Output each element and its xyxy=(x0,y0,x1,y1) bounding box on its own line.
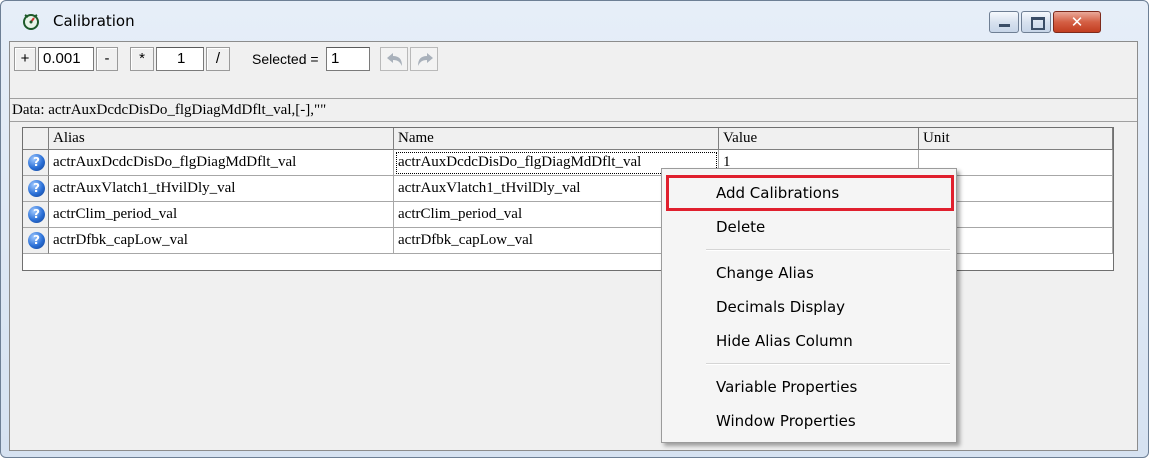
alias-cell[interactable]: actrAuxVlatch1_tHvilDly_val xyxy=(49,176,394,202)
row-header[interactable]: ? xyxy=(23,150,49,176)
alias-cell[interactable]: actrClim_period_val xyxy=(49,202,394,228)
calibration-gauge-icon xyxy=(23,14,39,30)
row-header-corner xyxy=(23,128,49,150)
minimize-button[interactable] xyxy=(989,11,1019,33)
client-area: + 0.001 - * 1 / Selected = 1 Data: actrA… xyxy=(9,41,1138,451)
toolbar: + 0.001 - * 1 / Selected = 1 xyxy=(10,42,1137,76)
calibration-window: Calibration ✕ + 0.001 - * 1 / Selected =… xyxy=(0,0,1149,458)
row-header[interactable]: ? xyxy=(23,228,49,254)
menu-item-change-alias[interactable]: Change Alias xyxy=(664,258,952,288)
column-header-alias[interactable]: Alias xyxy=(49,128,394,150)
undo-button[interactable] xyxy=(380,47,408,71)
question-icon: ? xyxy=(28,180,45,197)
data-info-bar: Data: actrAuxDcdcDisDo_flgDiagMdDflt_val… xyxy=(10,98,1137,122)
question-icon: ? xyxy=(28,206,45,223)
row-header[interactable]: ? xyxy=(23,176,49,202)
table-header: Alias Name Value Unit xyxy=(23,128,1113,150)
factor-input[interactable]: 1 xyxy=(156,47,204,71)
maximize-button[interactable] xyxy=(1021,11,1051,33)
column-header-name[interactable]: Name xyxy=(394,128,719,150)
redo-arrow-icon xyxy=(418,53,433,66)
divide-button[interactable]: / xyxy=(206,47,230,71)
undo-arrow-icon xyxy=(387,53,402,66)
menu-item-decimals-display[interactable]: Decimals Display xyxy=(664,292,952,322)
title-bar[interactable]: Calibration ✕ xyxy=(1,1,1148,41)
menu-separator xyxy=(706,249,950,251)
increment-button[interactable]: + xyxy=(14,47,36,71)
selected-label: Selected = xyxy=(252,51,319,67)
redo-button[interactable] xyxy=(410,47,438,71)
close-icon: ✕ xyxy=(1070,13,1084,31)
row-header[interactable]: ? xyxy=(23,202,49,228)
column-header-unit[interactable]: Unit xyxy=(919,128,1113,150)
alias-cell[interactable]: actrDfbk_capLow_val xyxy=(49,228,394,254)
multiply-button[interactable]: * xyxy=(130,47,154,71)
highlight-box xyxy=(666,175,954,211)
question-icon: ? xyxy=(28,232,45,249)
question-icon: ? xyxy=(28,154,45,171)
alias-cell[interactable]: actrAuxDcdcDisDo_flgDiagMdDflt_val xyxy=(49,150,394,176)
data-description: Data: actrAuxDcdcDisDo_flgDiagMdDflt_val… xyxy=(12,102,327,118)
decrement-button[interactable]: - xyxy=(96,47,118,71)
menu-separator xyxy=(706,363,950,365)
window-title: Calibration xyxy=(53,12,135,30)
step-input[interactable]: 0.001 xyxy=(38,47,94,71)
menu-item-variable-properties[interactable]: Variable Properties xyxy=(664,372,952,402)
menu-item-window-properties[interactable]: Window Properties xyxy=(664,406,952,436)
close-button[interactable]: ✕ xyxy=(1053,11,1101,33)
column-header-value[interactable]: Value xyxy=(719,128,919,150)
context-menu: Add Calibrations Delete Change Alias Dec… xyxy=(661,168,957,443)
menu-item-delete[interactable]: Delete xyxy=(664,212,952,242)
menu-item-hide-alias-column[interactable]: Hide Alias Column xyxy=(664,326,952,356)
selected-input[interactable]: 1 xyxy=(326,47,370,71)
